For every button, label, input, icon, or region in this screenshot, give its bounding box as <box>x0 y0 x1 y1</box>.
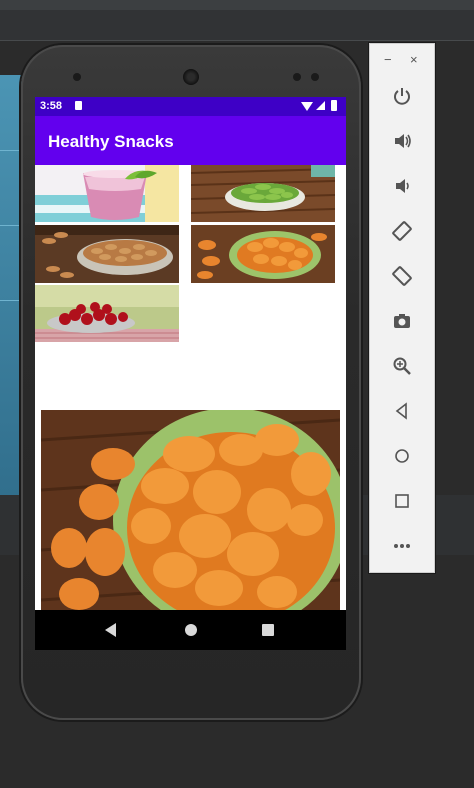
overview-button[interactable] <box>370 486 434 516</box>
power-icon <box>394 88 410 105</box>
back-button[interactable] <box>370 396 434 426</box>
more-icon <box>394 544 410 548</box>
smoothie-thumbnail[interactable] <box>35 165 179 222</box>
ide-divider <box>0 40 474 41</box>
camera-icon <box>394 314 410 328</box>
app-bar: Healthy Snacks <box>35 116 346 165</box>
zoom-icon <box>393 357 411 375</box>
navigation-bar <box>35 610 346 650</box>
emulator-toolbar: − × <box>369 43 435 573</box>
rotate-right-icon <box>392 266 412 286</box>
rotate-left-button[interactable] <box>370 216 434 246</box>
home-icon <box>395 449 409 463</box>
battery-icon <box>331 100 337 111</box>
earpiece <box>183 69 199 85</box>
wifi-icon <box>301 102 313 111</box>
nav-overview-icon[interactable] <box>262 624 274 636</box>
home-button[interactable] <box>370 441 434 471</box>
rotate-left-icon <box>392 221 412 241</box>
edamame-thumbnail[interactable] <box>191 165 335 222</box>
status-bar: 3:58 <box>35 97 346 116</box>
status-time: 3:58 <box>40 100 63 112</box>
cherries-thumbnail[interactable] <box>35 285 179 342</box>
more-button[interactable] <box>370 531 434 561</box>
almonds-thumbnail[interactable] <box>35 225 179 283</box>
back-icon <box>395 402 407 420</box>
proximity-sensor <box>293 73 301 81</box>
zoom-button[interactable] <box>370 351 434 381</box>
apricots-thumbnail[interactable] <box>191 225 335 283</box>
volume-up-icon <box>395 134 411 148</box>
phone-screen: 3:58 Healthy Snacks <box>35 97 346 650</box>
cell-signal-icon <box>316 101 325 110</box>
volume-down-button[interactable] <box>370 171 434 201</box>
sd-card-icon <box>75 101 82 110</box>
volume-up-button[interactable] <box>370 126 434 156</box>
power-button[interactable] <box>370 81 434 111</box>
minimize-button[interactable]: − <box>384 52 392 67</box>
screenshot-button[interactable] <box>370 306 434 336</box>
volume-down-icon <box>396 179 409 193</box>
selected-image <box>41 410 340 610</box>
overview-icon <box>395 494 409 508</box>
nav-home-icon[interactable] <box>185 624 197 636</box>
close-button[interactable]: × <box>410 52 418 67</box>
app-title: Healthy Snacks <box>48 132 174 151</box>
rotate-right-button[interactable] <box>370 261 434 291</box>
nav-back-icon[interactable] <box>105 623 116 637</box>
front-sensor <box>73 73 81 81</box>
camera-sensor <box>311 73 319 81</box>
ide-toolbar <box>0 10 474 40</box>
